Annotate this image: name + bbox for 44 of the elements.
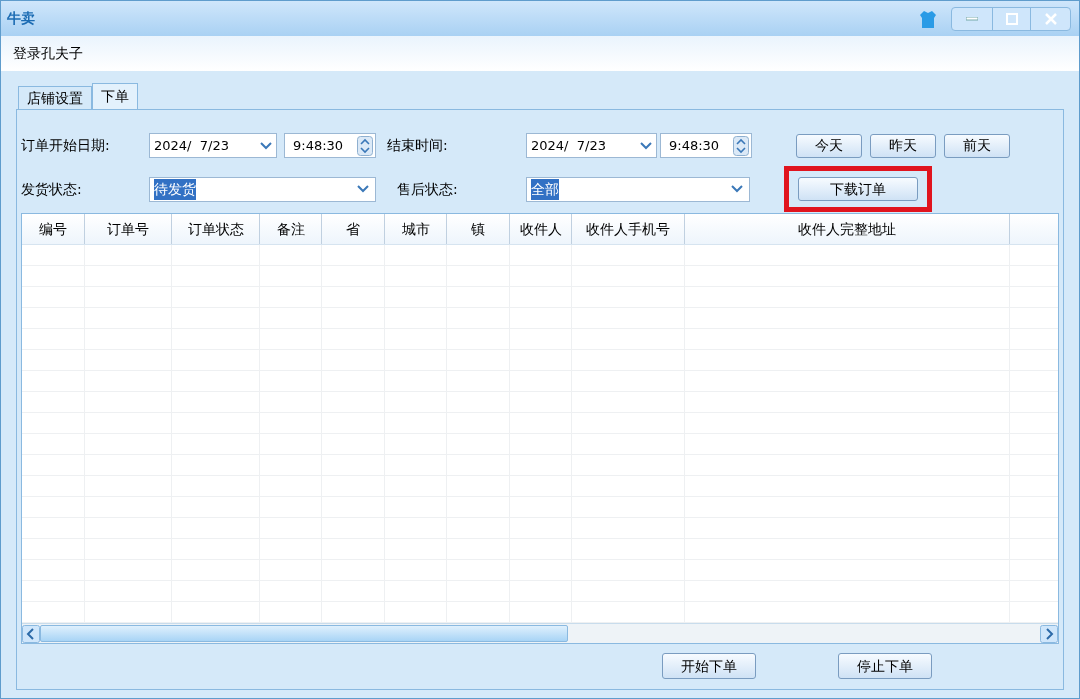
column-header[interactable]: 收件人完整地址 bbox=[685, 214, 1010, 244]
spin-arrows-icon[interactable] bbox=[733, 135, 749, 156]
date-shortcut-button[interactable]: 今天 bbox=[796, 133, 862, 158]
column-header[interactable]: 城市 bbox=[385, 214, 447, 244]
date-field[interactable]: 2024/ 7/23 bbox=[526, 133, 657, 158]
date-field[interactable]: 2024/ 7/23 bbox=[149, 133, 277, 158]
tab[interactable]: 店铺设置 bbox=[18, 86, 92, 109]
minimize-icon bbox=[966, 16, 978, 21]
field-label: 订单开始日期: bbox=[21, 136, 111, 155]
column-header[interactable]: 备注 bbox=[260, 214, 322, 244]
field-label: 结束时间: bbox=[387, 136, 449, 155]
scrollbar-thumb[interactable] bbox=[40, 625, 568, 642]
column-header[interactable]: 省 bbox=[322, 214, 385, 244]
close-icon bbox=[1044, 12, 1057, 25]
time-field[interactable]: 9:48:30 bbox=[284, 133, 376, 158]
scroll-left-icon[interactable] bbox=[22, 624, 40, 643]
chevron-down-icon bbox=[640, 141, 652, 150]
login-text: 登录孔夫子 bbox=[13, 44, 83, 63]
date-shortcut-button[interactable]: 昨天 bbox=[870, 133, 936, 158]
shirt-icon[interactable] bbox=[919, 8, 937, 29]
maximize-icon bbox=[1005, 12, 1018, 25]
column-header[interactable]: 编号 bbox=[22, 214, 85, 244]
scroll-right-icon[interactable] bbox=[1040, 624, 1058, 643]
column-header[interactable]: 订单号 bbox=[85, 214, 172, 244]
tab[interactable]: 下单 bbox=[92, 83, 138, 109]
time-field[interactable]: 9:48:30 bbox=[660, 133, 752, 158]
chevron-down-icon bbox=[260, 141, 272, 150]
status-dropdown[interactable]: 待发货 bbox=[149, 176, 376, 202]
download-orders-button[interactable]: 下载订单 bbox=[798, 177, 918, 201]
field-label: 发货状态: bbox=[21, 179, 83, 199]
order-action-button[interactable]: 停止下单 bbox=[838, 653, 932, 679]
chevron-down-icon bbox=[731, 185, 743, 193]
column-header[interactable]: 镇 bbox=[447, 214, 510, 244]
chevron-down-icon bbox=[357, 185, 369, 193]
field-label: 售后状态: bbox=[397, 179, 459, 199]
status-dropdown[interactable]: 全部 bbox=[526, 176, 750, 202]
order-action-button[interactable]: 开始下单 bbox=[662, 653, 756, 679]
date-shortcut-button[interactable]: 前天 bbox=[944, 133, 1010, 158]
column-header[interactable]: 收件人手机号 bbox=[572, 214, 685, 244]
column-header[interactable]: 订单状态 bbox=[172, 214, 260, 244]
window-title: 牛卖 bbox=[7, 9, 35, 28]
spin-arrows-icon[interactable] bbox=[357, 135, 373, 156]
column-header[interactable]: 收件人 bbox=[510, 214, 572, 244]
horizontal-scrollbar[interactable] bbox=[22, 623, 1058, 643]
